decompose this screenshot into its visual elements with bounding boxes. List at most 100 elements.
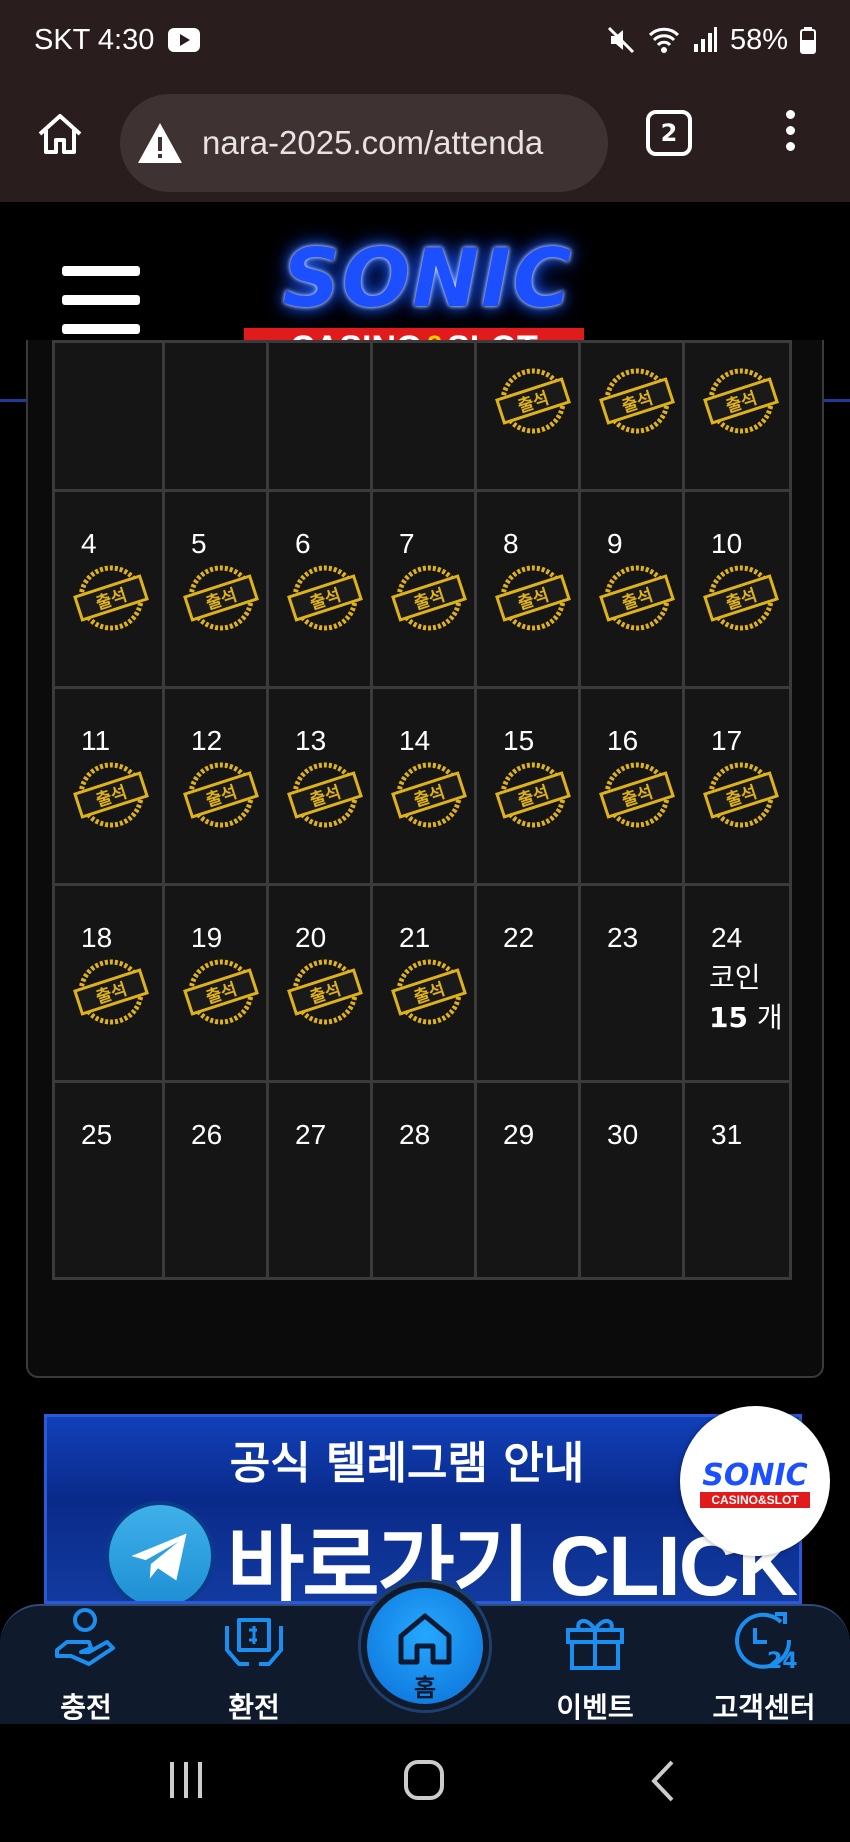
day-number: 14 xyxy=(399,725,431,756)
day-number: 24 xyxy=(711,922,743,953)
nav-deposit[interactable]: 충전 xyxy=(16,1606,156,1726)
attendance-stamp-icon: 출석 xyxy=(183,762,259,828)
home-system-icon[interactable] xyxy=(394,1756,454,1806)
calendar-day-cell[interactable]: 9 출석 xyxy=(578,489,685,689)
floating-logo-button[interactable]: SONIC CASINO&SLOT xyxy=(680,1406,830,1556)
nav-event-label: 이벤트 xyxy=(556,1691,634,1724)
attendance-stamp-icon: 출석 xyxy=(287,762,363,828)
nav-event[interactable]: 이벤트 xyxy=(525,1606,665,1726)
calendar-day-cell[interactable]: 출석 xyxy=(474,340,581,492)
day-number: 4 xyxy=(81,528,97,559)
signal-icon xyxy=(693,27,717,52)
attendance-stamp-icon: 출석 xyxy=(495,565,571,631)
calendar-day-cell[interactable]: 4 출석 xyxy=(52,489,165,689)
calendar-day-cell[interactable]: 14 출석 xyxy=(370,686,477,886)
calendar-day-cell[interactable] xyxy=(52,340,165,492)
calendar-day-cell[interactable]: 22 xyxy=(474,883,581,1083)
calendar-day-cell[interactable]: 12 출석 xyxy=(162,686,269,886)
calendar-day-cell[interactable]: 11 출석 xyxy=(52,686,165,886)
withdraw-icon xyxy=(225,1618,283,1666)
calendar-day-cell[interactable]: 17 출석 xyxy=(682,686,792,886)
nav-withdraw[interactable]: 환전 xyxy=(184,1606,324,1726)
calendar-day-cell[interactable]: 5 출석 xyxy=(162,489,269,689)
browser-toolbar: nara-2025.com/attenda 2 xyxy=(0,80,850,202)
recent-apps-icon[interactable] xyxy=(156,1756,216,1806)
attendance-stamp-icon: 출석 xyxy=(391,959,467,1025)
calendar-week-row: 4 출석 5 출석 6 출석 7 출석 8 출석 9 출석 10 출석 xyxy=(52,489,798,689)
deposit-icon xyxy=(55,1608,115,1666)
day-number: 29 xyxy=(503,1119,535,1150)
calendar-day-cell[interactable]: 30 xyxy=(578,1080,685,1280)
day-number: 11 xyxy=(81,725,111,756)
url-bar[interactable]: nara-2025.com/attenda xyxy=(120,94,608,192)
attendance-stamp-icon: 출석 xyxy=(599,565,675,631)
calendar-day-cell[interactable]: 18 출석 xyxy=(52,883,165,1083)
day-number: 7 xyxy=(399,528,415,559)
battery-icon xyxy=(800,27,816,54)
status-bar: SKT 4:30 58% xyxy=(0,0,850,80)
calendar-day-cell[interactable]: 13 출석 xyxy=(266,686,373,886)
attendance-stamp-icon: 출석 xyxy=(495,368,571,434)
calendar-day-cell[interactable]: 28 xyxy=(370,1080,477,1280)
attendance-stamp-icon: 출석 xyxy=(287,959,363,1025)
calendar-week-row: 출석 출석 출석 xyxy=(52,340,798,492)
day-number: 6 xyxy=(295,528,311,559)
calendar-day-cell[interactable]: 25 xyxy=(52,1080,165,1280)
carrier-time: SKT 4:30 xyxy=(34,23,155,56)
back-icon[interactable] xyxy=(636,1756,696,1806)
nav-home[interactable]: 홈 xyxy=(361,1582,489,1710)
menu-icon[interactable] xyxy=(62,266,140,334)
calendar-day-cell[interactable]: 24 코인 15 개 xyxy=(682,883,792,1083)
calendar-day-cell[interactable]: 출석 xyxy=(578,340,685,492)
calendar-day-cell[interactable]: 7 출석 xyxy=(370,489,477,689)
calendar-day-cell[interactable]: 20 출석 xyxy=(266,883,373,1083)
nav-deposit-label: 충전 xyxy=(60,1691,112,1724)
wifi-icon xyxy=(648,27,680,53)
calendar-day-cell[interactable] xyxy=(266,340,373,492)
calendar-day-cell[interactable]: 23 xyxy=(578,883,685,1083)
tabs-icon[interactable]: 2 xyxy=(646,110,692,156)
nav-home-label: 홈 xyxy=(413,1674,437,1702)
warning-icon[interactable] xyxy=(136,119,184,167)
battery-level: 58% xyxy=(729,23,788,56)
nav-support[interactable]: 24 고객센터 xyxy=(694,1606,834,1726)
calendar-day-cell[interactable]: 8 출석 xyxy=(474,489,581,689)
telegram-icon xyxy=(105,1501,215,1601)
day-number: 19 xyxy=(191,922,223,953)
day-number: 12 xyxy=(191,725,223,756)
calendar-day-cell[interactable]: 15 출석 xyxy=(474,686,581,886)
attendance-stamp-icon: 출석 xyxy=(183,565,259,631)
day-number: 26 xyxy=(191,1119,223,1150)
url-text[interactable]: nara-2025.com/attenda xyxy=(202,124,543,162)
coin-label: 코인 xyxy=(709,961,761,994)
calendar-day-cell[interactable]: 26 xyxy=(162,1080,269,1280)
attendance-stamp-icon: 출석 xyxy=(287,565,363,631)
calendar-day-cell[interactable]: 27 xyxy=(266,1080,373,1280)
calendar-day-cell[interactable]: 21 출석 xyxy=(370,883,477,1083)
day-number: 13 xyxy=(295,725,327,756)
calendar-day-cell[interactable]: 31 xyxy=(682,1080,792,1280)
day-number: 9 xyxy=(607,528,623,559)
day-number: 15 xyxy=(503,725,535,756)
attendance-stamp-icon: 출석 xyxy=(703,762,779,828)
day-number: 5 xyxy=(191,528,207,559)
calendar-day-cell[interactable]: 19 출석 xyxy=(162,883,269,1083)
calendar-day-cell[interactable]: 6 출석 xyxy=(266,489,373,689)
attendance-stamp-icon: 출석 xyxy=(703,368,779,434)
calendar-day-cell[interactable]: 10 출석 xyxy=(682,489,792,689)
day-number: 27 xyxy=(295,1119,327,1150)
home-icon[interactable] xyxy=(34,108,86,160)
calendar-day-cell[interactable]: 29 xyxy=(474,1080,581,1280)
calendar-day-cell[interactable]: 16 출석 xyxy=(578,686,685,886)
nav-support-label: 고객센터 xyxy=(712,1691,816,1724)
calendar-day-cell[interactable] xyxy=(162,340,269,492)
mute-icon xyxy=(607,26,635,54)
more-icon[interactable] xyxy=(778,110,802,158)
svg-text:24: 24 xyxy=(767,1649,798,1674)
attendance-stamp-icon: 출석 xyxy=(73,565,149,631)
calendar-week-row: 25 26 27 28 29 30 31 xyxy=(52,1080,798,1280)
nav-withdraw-label: 환전 xyxy=(228,1691,280,1724)
calendar-day-cell[interactable] xyxy=(370,340,477,492)
calendar-week-row: 18 출석 19 출석 20 출석 21 출석 22 23 24 코인 15 개 xyxy=(52,883,798,1083)
calendar-day-cell[interactable]: 출석 xyxy=(682,340,792,492)
